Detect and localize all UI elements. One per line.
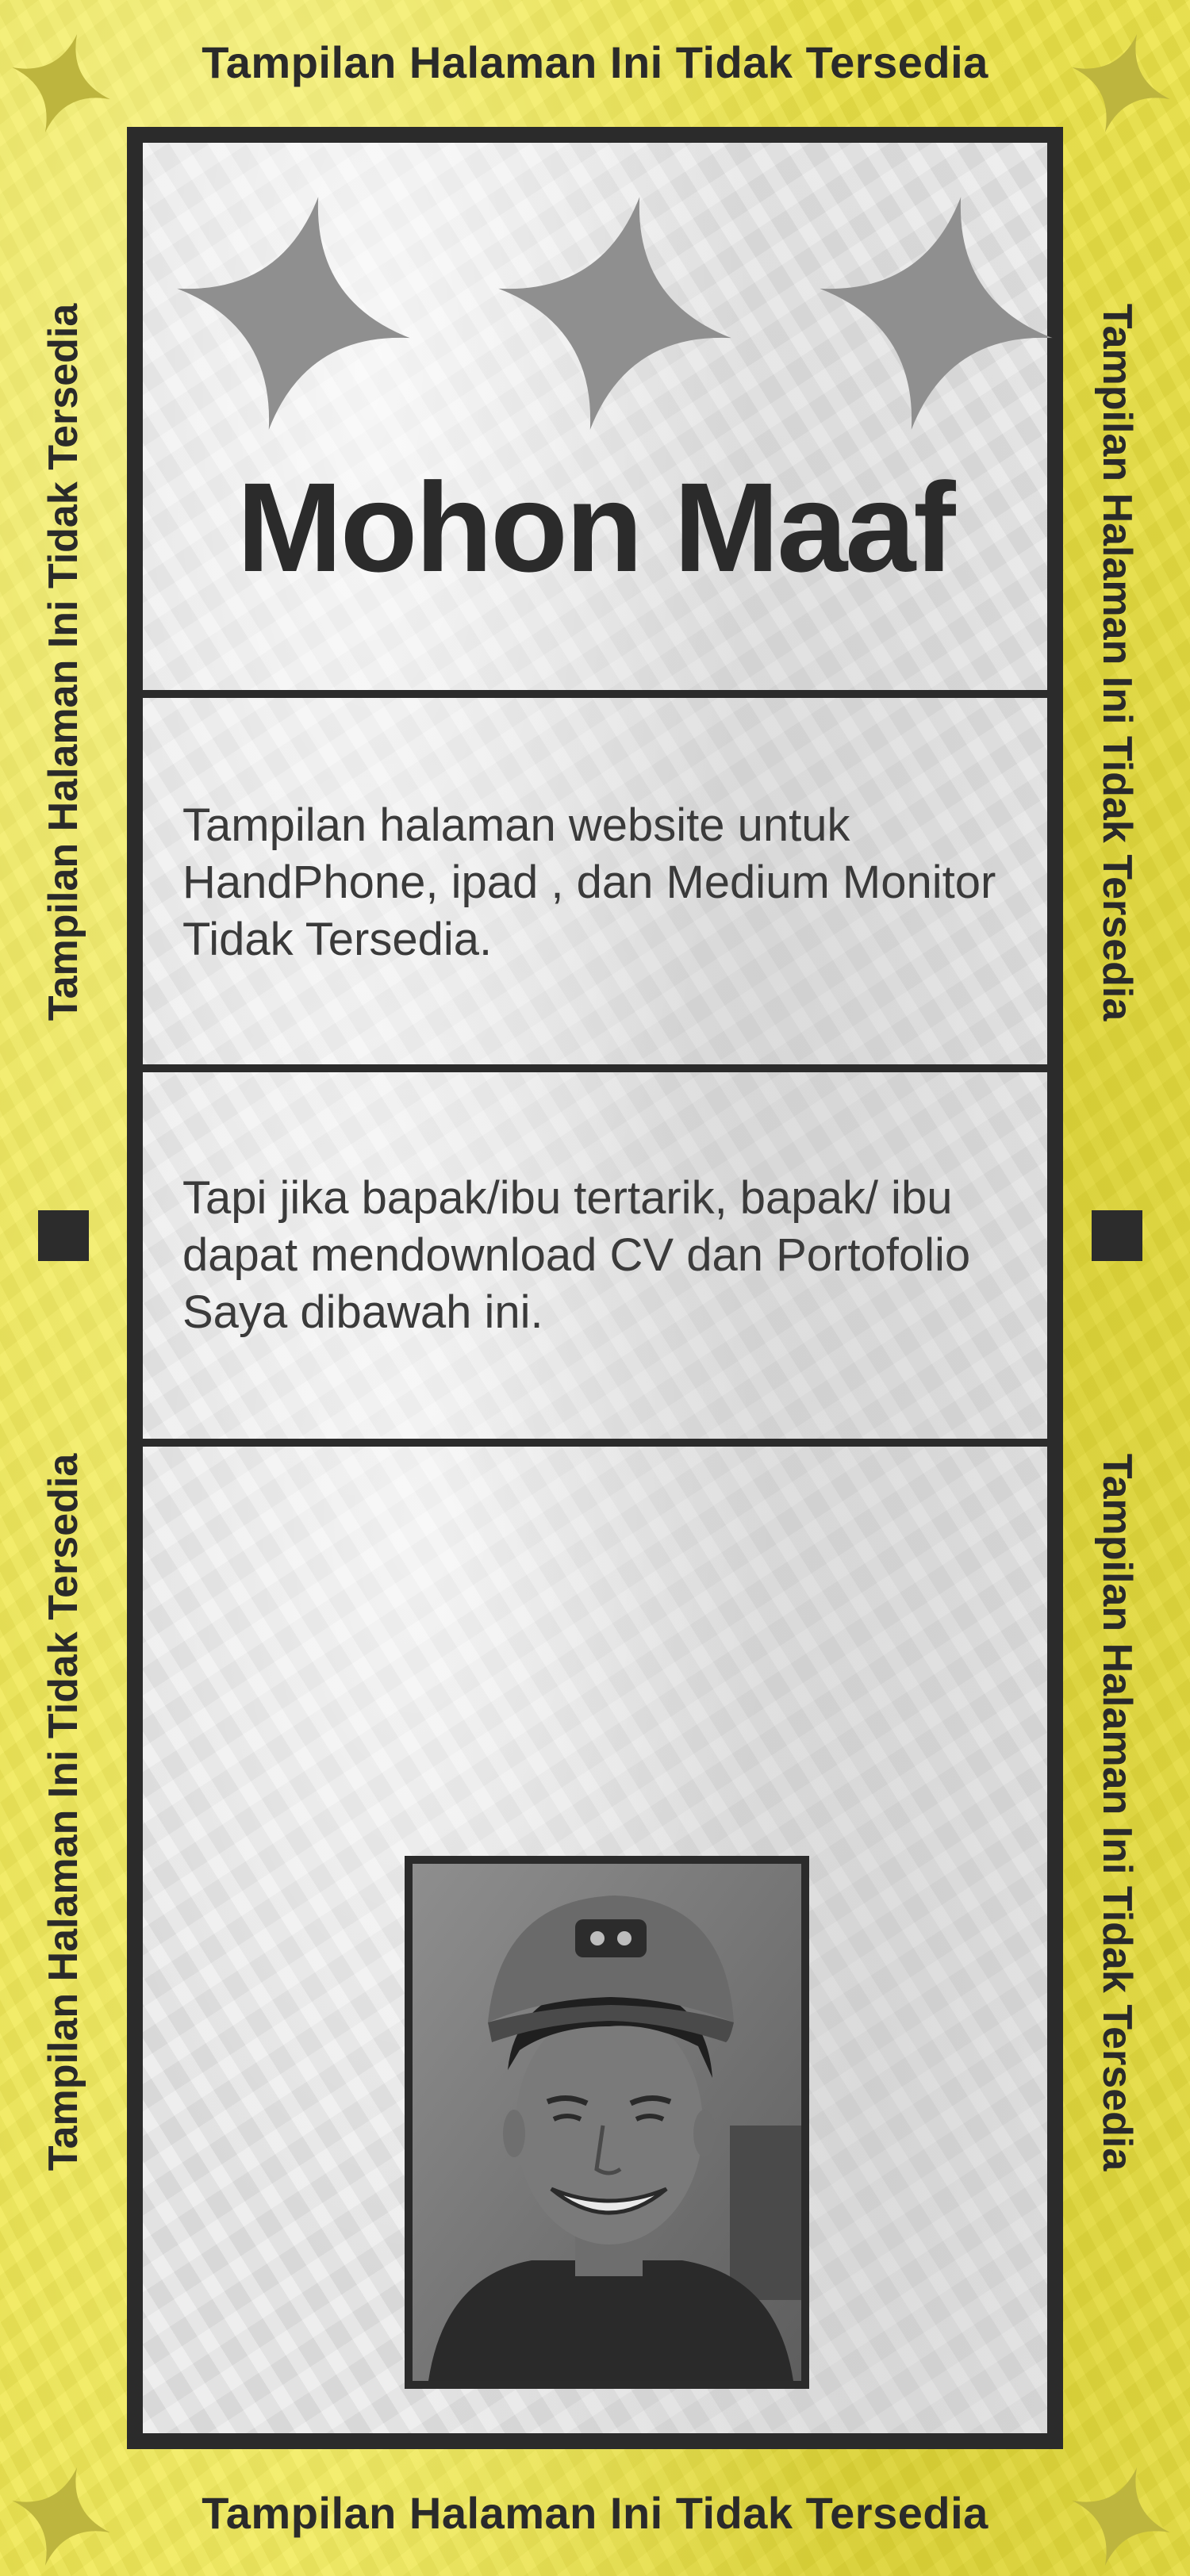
four-point-star-icon <box>177 197 410 430</box>
left-square-marker <box>38 1210 89 1261</box>
section-divider <box>143 1439 1047 1447</box>
section-divider <box>143 1064 1047 1072</box>
apology-card: Mohon Maaf Tampilan halaman website untu… <box>127 127 1063 2449</box>
left-side-text-lower: Tampilan Halaman Ini Tidak Tersedia <box>40 1453 86 2172</box>
download-cv-message: Tapi jika bapak/ibu tertarik, bapak/ ibu… <box>182 1172 971 1338</box>
four-point-star-icon <box>820 197 1053 430</box>
bottom-banner-text: Tampilan Halaman Ini Tidak Tersedia <box>202 2488 988 2538</box>
right-side-text-upper: Tampilan Halaman Ini Tidak Tersedia <box>1094 303 1140 1022</box>
profile-photo <box>405 1856 809 2389</box>
section-divider <box>143 690 1047 698</box>
unavailable-message: Tampilan halaman website untuk HandPhone… <box>182 799 996 965</box>
left-side-text-upper: Tampilan Halaman Ini Tidak Tersedia <box>40 303 86 1022</box>
person-portrait-icon <box>413 1864 801 2381</box>
right-square-marker <box>1092 1210 1142 1261</box>
top-banner-text: Tampilan Halaman Ini Tidak Tersedia <box>202 37 988 87</box>
page-title: Mohon Maaf <box>236 456 955 598</box>
right-side-text-lower: Tampilan Halaman Ini Tidak Tersedia <box>1094 1453 1140 2172</box>
four-point-star-icon <box>498 197 731 430</box>
